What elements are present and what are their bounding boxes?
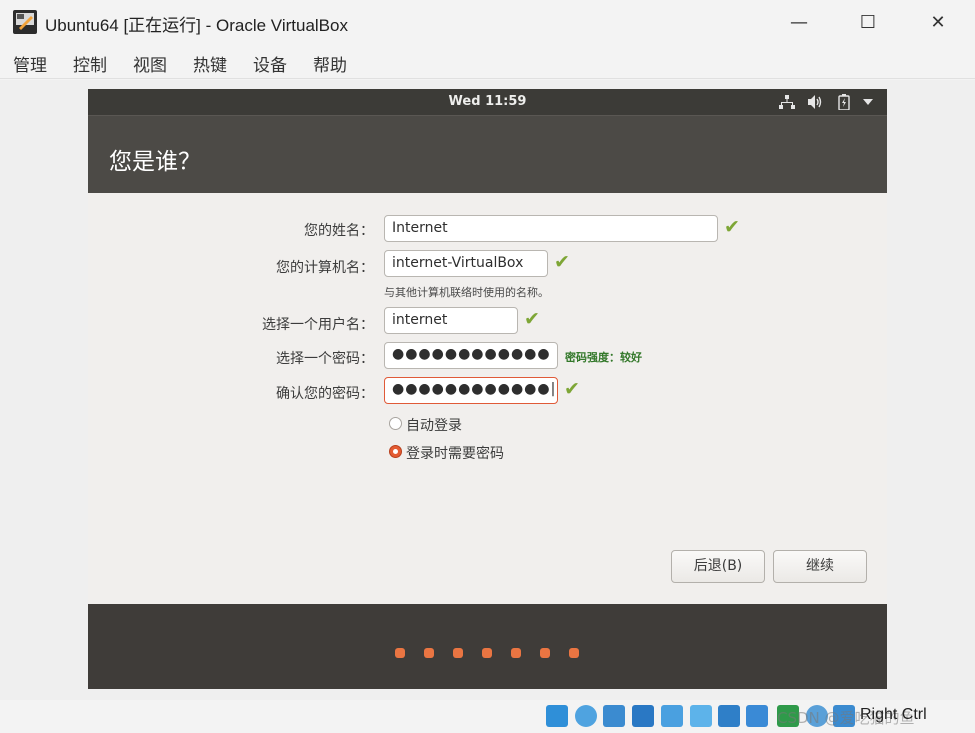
progress-dot [540,648,550,658]
progress-dot [424,648,434,658]
computer-name-input[interactable]: internet-VirtualBox [384,250,548,277]
continue-button[interactable]: 继续 [773,550,867,583]
status-bar: CSDN @爱吃猫的鱼 Right Ctrl [0,700,975,733]
confirm-password-input[interactable]: ●●●●●●●●●●●●| [384,377,558,404]
require-password-radio[interactable] [389,445,402,458]
confirm-password-valid-check-icon: ✔ [564,378,580,400]
menu-hotkeys[interactable]: 热键 [193,51,227,76]
password-input[interactable]: ●●●●●●●●●●●● [384,342,558,369]
minimize-button[interactable]: — [776,6,822,40]
menu-bar: 管理 控制 视图 热键 设备 帮助 [0,45,975,79]
installer-header: 您是谁？ [88,115,887,193]
close-button[interactable]: ✕ [915,6,961,40]
progress-dot [569,648,579,658]
menu-view[interactable]: 视图 [133,51,167,76]
progress-dot [482,648,492,658]
host-key-label: Right Ctrl [860,706,927,723]
maximize-button[interactable]: ☐ [845,6,891,40]
require-password-label[interactable]: 登录时需要密码 [406,443,504,463]
clock: Wed 11:59 [448,94,527,109]
progress-dot [453,648,463,658]
username-valid-check-icon: ✔ [524,308,540,330]
ubuntu-top-panel: Wed 11:59 [88,89,887,115]
audio-icon[interactable] [603,705,625,727]
usb-icon[interactable] [661,705,683,727]
username-input[interactable]: internet [384,307,518,334]
menu-arrow-icon[interactable] [863,99,873,105]
auto-login-radio[interactable] [389,417,402,430]
menu-help[interactable]: 帮助 [313,51,347,76]
auto-login-label[interactable]: 自动登录 [406,415,462,435]
hard-disk-icon[interactable] [546,705,568,727]
computer-name-hint: 与其他计算机联络时使用的名称。 [384,286,549,299]
progress-dot [511,648,521,658]
confirm-password-label: 确认您的密码： [276,386,374,402]
name-input[interactable]: Internet [384,215,718,242]
battery-icon[interactable] [838,94,850,110]
display-icon[interactable] [718,705,740,727]
network-adapter-icon[interactable] [632,705,654,727]
shared-folder-icon[interactable] [690,705,712,727]
guest-screen[interactable]: Wed 11:59 您是谁？ 您的姓名： Internet ✔ 您的计算机名： … [88,89,887,689]
progress-dot [395,648,405,658]
title-bar: Ubuntu64 [正在运行] - Oracle VirtualBox — ☐ … [0,0,975,45]
menu-control[interactable]: 控制 [73,51,107,76]
username-label: 选择一个用户名： [262,317,374,333]
installer-footer [88,604,887,689]
page-title: 您是谁？ [109,149,201,175]
computer-name-valid-check-icon: ✔ [554,251,570,273]
recording-icon[interactable] [746,705,768,727]
back-button[interactable]: 后退(B) [671,550,765,583]
menu-manage[interactable]: 管理 [13,51,47,76]
network-icon[interactable] [779,95,795,109]
password-strength: 密码强度：较好 [565,351,642,364]
name-label: 您的姓名： [304,223,374,239]
menu-devices[interactable]: 设备 [253,51,287,76]
name-valid-check-icon: ✔ [724,216,740,238]
computer-name-label: 您的计算机名： [276,260,374,276]
virtualbox-app-icon [13,10,37,34]
volume-icon[interactable] [808,95,824,109]
optical-drive-icon[interactable] [575,705,597,727]
window-title: Ubuntu64 [正在运行] - Oracle VirtualBox [45,16,348,35]
password-label: 选择一个密码： [276,351,374,367]
